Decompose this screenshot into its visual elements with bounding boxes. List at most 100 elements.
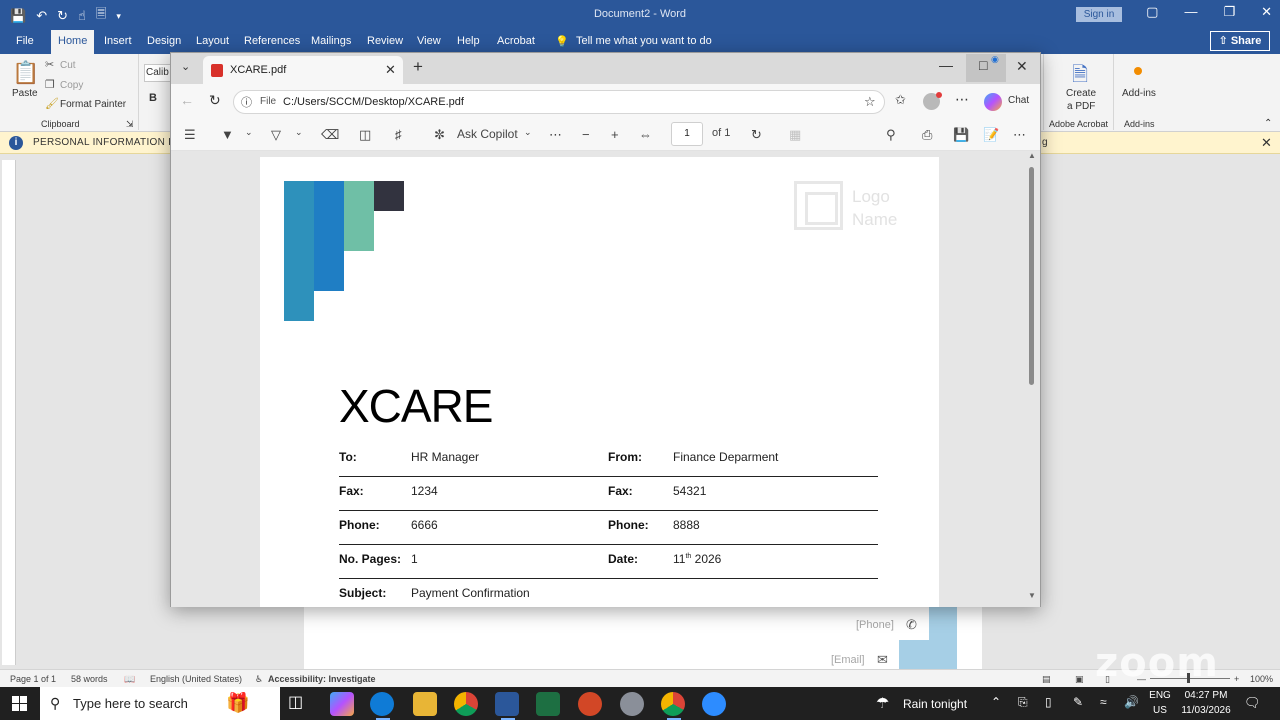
bold-button[interactable]: B <box>149 92 157 104</box>
ask-copilot-button[interactable]: Ask Copilot <box>457 127 518 141</box>
minimize-icon[interactable]: — <box>939 57 953 73</box>
tab-references[interactable]: References <box>244 35 300 47</box>
zoom-level[interactable]: 100% <box>1250 674 1273 684</box>
task-view-icon[interactable]: ◫ <box>288 692 312 716</box>
maximize-icon[interactable]: □ <box>979 57 987 73</box>
contents-icon[interactable]: ☰ <box>184 127 196 143</box>
weather-icon[interactable]: ☂ <box>876 694 889 712</box>
more-options-icon[interactable]: ⋯ <box>955 91 969 108</box>
show-hidden-icons-icon[interactable]: ⌃ <box>991 695 1001 709</box>
share-button[interactable]: ⇧ Share <box>1210 31 1270 51</box>
fit-page-icon[interactable]: ⇔ <box>639 127 652 142</box>
accessibility-status[interactable]: Accessibility: Investigate <box>268 674 376 684</box>
powerpoint-app-icon[interactable] <box>578 692 602 716</box>
page-view-icon[interactable]: ▦ <box>789 127 801 143</box>
read-aloud-icon[interactable]: ♯ <box>395 127 402 142</box>
new-tab-icon[interactable]: + <box>413 57 423 77</box>
language-top[interactable]: ENG <box>1148 690 1172 701</box>
edge-app-icon[interactable] <box>370 692 394 720</box>
read-mode-icon[interactable]: ▤ <box>1042 674 1051 685</box>
collapse-ribbon-icon[interactable]: ⌃ <box>1264 118 1272 129</box>
tab-view[interactable]: View <box>417 35 441 47</box>
highlight-icon[interactable]: ▼ <box>221 127 234 142</box>
address-bar[interactable]: ⓘ File C:/Users/SCCM/Desktop/XCARE.pdf ☆ <box>233 90 885 114</box>
paste-icon[interactable]: 📋 <box>12 60 39 86</box>
tray-app-icon[interactable]: ⎘ <box>1018 695 1028 710</box>
clock-date[interactable]: 11/03/2026 <box>1176 705 1236 716</box>
format-painter-button[interactable]: Format Painter <box>60 99 126 110</box>
tell-me-search[interactable]: Tell me what you want to do <box>576 35 712 47</box>
ribbon-display-icon[interactable]: ▢ <box>1146 4 1158 20</box>
proofing-icon[interactable]: 📖 <box>124 674 135 685</box>
zoom-out-icon[interactable]: − <box>582 127 590 142</box>
tab-design[interactable]: Design <box>147 35 181 47</box>
search-highlight-icon[interactable]: 🎁 <box>226 691 250 715</box>
print-icon[interactable]: ⎙ <box>922 127 932 143</box>
tab-mailings[interactable]: Mailings <box>311 35 351 47</box>
text-box-icon[interactable]: ◫ <box>359 127 371 143</box>
draw-dropdown-icon[interactable]: ⌄ <box>295 127 303 138</box>
cut-button[interactable]: Cut <box>60 60 76 71</box>
footer-phone-placeholder[interactable]: [Phone] <box>856 619 894 631</box>
tab-home[interactable]: Home <box>51 30 95 54</box>
sign-in-button[interactable]: Sign in <box>1076 7 1122 22</box>
tab-close-icon[interactable]: ✕ <box>385 62 396 78</box>
scroll-down-icon[interactable]: ▼ <box>1028 591 1036 600</box>
zoom-in-icon[interactable]: + <box>611 127 619 142</box>
notifications-icon[interactable]: 🗨 <box>1244 695 1261 711</box>
wifi-icon[interactable]: ≈ <box>1100 695 1107 709</box>
battery-icon[interactable]: ▯ <box>1045 695 1052 709</box>
scroll-thumb[interactable] <box>1029 167 1034 385</box>
minimize-icon[interactable]: — <box>1184 4 1197 20</box>
close-icon[interactable]: ✕ <box>1016 58 1028 75</box>
paste-label[interactable]: Paste <box>12 88 38 99</box>
tab-acrobat[interactable]: Acrobat <box>497 35 535 47</box>
address-url[interactable]: C:/Users/SCCM/Desktop/XCARE.pdf <box>283 96 464 108</box>
volume-icon[interactable]: 🔊 <box>1124 695 1139 709</box>
create-pdf-label-1[interactable]: Create <box>1066 88 1096 99</box>
language-bottom[interactable]: US <box>1148 705 1172 716</box>
font-name-box[interactable]: Calib <box>144 64 172 82</box>
create-pdf-label-2[interactable]: a PDF <box>1067 101 1095 112</box>
refresh-icon[interactable]: ↻ <box>209 92 221 109</box>
copy-button[interactable]: Copy <box>60 80 83 91</box>
info-bar-close-icon[interactable]: ✕ <box>1261 135 1272 151</box>
copilot-app-icon[interactable] <box>330 692 354 716</box>
save-icon[interactable]: 💾 <box>953 127 969 143</box>
page-number-input[interactable]: 1 <box>671 122 703 146</box>
maximize-icon[interactable]: ❐ <box>1223 4 1235 20</box>
highlight-dropdown-icon[interactable]: ⌄ <box>245 127 253 138</box>
back-icon[interactable]: ← <box>180 92 194 108</box>
utility-app-icon[interactable] <box>620 692 644 716</box>
tab-actions-chevron-icon[interactable]: ⌄ <box>181 60 190 73</box>
tab-file[interactable]: File <box>16 35 34 47</box>
copilot-outline-icon[interactable]: ✼ <box>434 127 445 143</box>
tab-review[interactable]: Review <box>367 35 403 47</box>
tab-layout[interactable]: Layout <box>196 35 229 47</box>
pen-icon[interactable]: ✎ <box>1073 695 1083 709</box>
print-layout-icon[interactable]: ▣ <box>1075 674 1084 685</box>
clock-time[interactable]: 04:27 PM <box>1178 690 1234 701</box>
word-count[interactable]: 58 words <box>71 674 108 684</box>
chat-button[interactable]: Chat <box>1008 95 1029 106</box>
site-info-icon[interactable]: ⓘ <box>241 94 252 110</box>
start-button[interactable] <box>12 696 27 711</box>
addins-button[interactable]: Add-ins <box>1122 88 1156 99</box>
tab-insert[interactable]: Insert <box>104 35 132 47</box>
eraser-icon[interactable]: ⌫ <box>321 127 339 143</box>
draw-icon[interactable]: ▽ <box>271 127 281 143</box>
ask-copilot-dropdown-icon[interactable]: ⌄ <box>524 127 532 138</box>
copilot-icon[interactable] <box>984 93 1002 111</box>
rotate-icon[interactable]: ↻ <box>751 127 762 143</box>
word-app-icon[interactable] <box>495 692 519 720</box>
taskbar-search[interactable]: ⚲ Type here to search 🎁 <box>40 687 280 720</box>
chrome-profile-icon[interactable] <box>661 692 685 720</box>
excel-app-icon[interactable] <box>536 692 560 716</box>
favorite-star-icon[interactable]: ☆ <box>864 94 876 110</box>
page-count[interactable]: Page 1 of 1 <box>10 674 56 684</box>
more-tools-icon[interactable]: ⋯ <box>549 127 562 143</box>
zoom-in-icon[interactable]: + <box>1234 674 1239 684</box>
language[interactable]: English (United States) <box>150 674 242 684</box>
zoom-app-icon[interactable] <box>702 692 726 716</box>
scroll-up-icon[interactable]: ▲ <box>1028 151 1036 160</box>
